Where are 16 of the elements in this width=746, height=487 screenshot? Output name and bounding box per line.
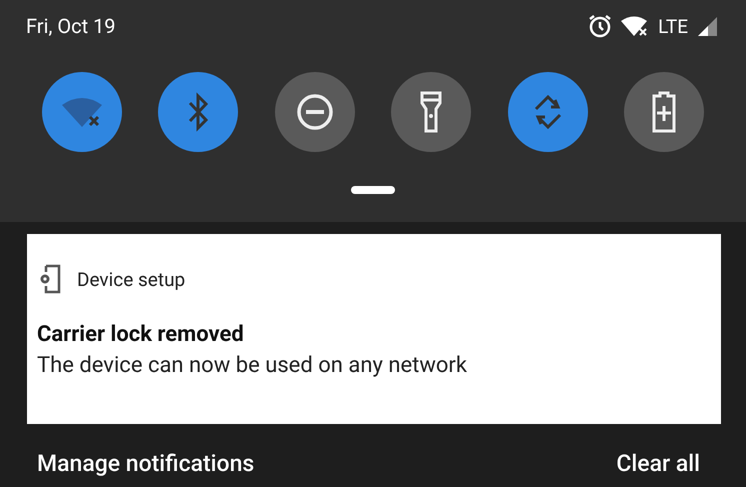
manage-notifications-button[interactable]: Manage notifications [37, 450, 254, 477]
alarm-icon [588, 14, 612, 38]
bluetooth-icon [187, 92, 210, 132]
notification-title: Carrier lock removed [37, 322, 245, 347]
notification-card[interactable]: Device setup Carrier lock removed The device can now be used on any network [27, 234, 721, 424]
clear-all-button[interactable]: Clear all [616, 450, 700, 477]
notification-text: The device can now be used on any network [37, 353, 468, 378]
do-not-disturb-icon [296, 93, 334, 131]
network-type: LTE [658, 14, 688, 38]
wifi-off-icon [60, 95, 104, 129]
signal-icon [696, 15, 718, 37]
date: Fri, Oct 19 [26, 14, 116, 38]
drag-handle[interactable] [351, 186, 395, 194]
flashlight-icon [420, 91, 442, 133]
app-name: Device setup [77, 268, 186, 290]
battery-saver-icon [652, 91, 676, 133]
